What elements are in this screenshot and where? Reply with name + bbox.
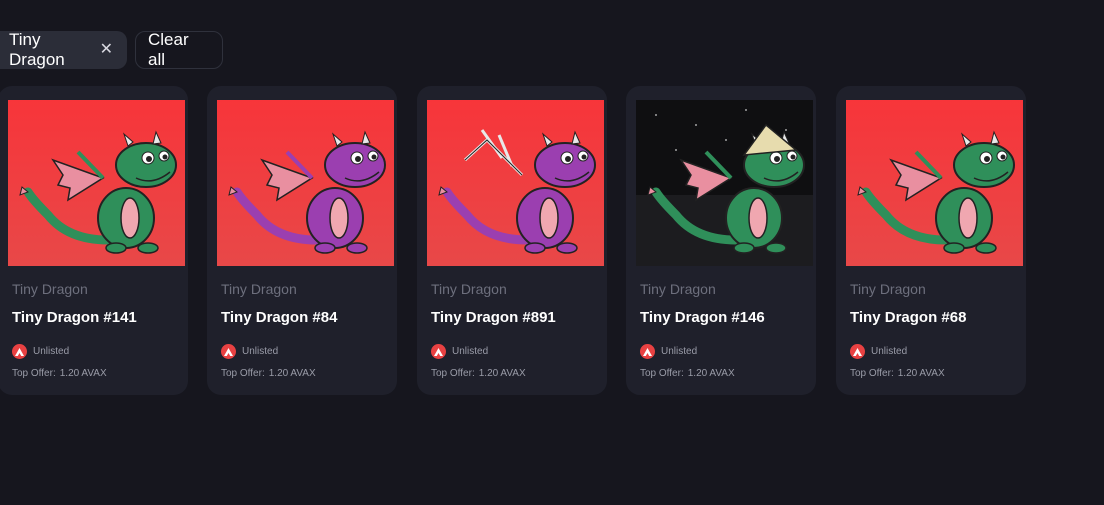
nft-card[interactable]: Tiny Dragon Tiny Dragon #84 Unlisted Top… bbox=[207, 86, 397, 395]
nft-image bbox=[427, 100, 604, 266]
top-offer: Top Offer: 1.20 AVAX bbox=[221, 368, 316, 379]
offer-label: Top Offer: bbox=[12, 368, 56, 379]
card-title: Tiny Dragon #84 bbox=[221, 309, 338, 326]
status-label: Unlisted bbox=[242, 346, 279, 357]
offer-label: Top Offer: bbox=[221, 368, 265, 379]
offer-value: 1.20 AVAX bbox=[268, 368, 316, 379]
nft-card[interactable]: Tiny Dragon Tiny Dragon #891 Unlisted To… bbox=[417, 86, 607, 395]
card-title: Tiny Dragon #891 bbox=[431, 309, 556, 326]
offer-label: Top Offer: bbox=[850, 368, 894, 379]
card-collection: Tiny Dragon bbox=[850, 281, 926, 297]
status-label: Unlisted bbox=[871, 346, 908, 357]
avax-icon bbox=[850, 344, 865, 359]
card-collection: Tiny Dragon bbox=[431, 281, 507, 297]
nft-image bbox=[217, 100, 394, 266]
card-title: Tiny Dragon #68 bbox=[850, 309, 967, 326]
card-title: Tiny Dragon #141 bbox=[12, 309, 137, 326]
avax-icon bbox=[12, 344, 27, 359]
card-title: Tiny Dragon #146 bbox=[640, 309, 765, 326]
filter-chip-tiny-dragon[interactable]: Tiny Dragon ✕ bbox=[0, 30, 127, 69]
status-label: Unlisted bbox=[33, 346, 70, 357]
offer-value: 1.20 AVAX bbox=[897, 368, 945, 379]
offer-value: 1.20 AVAX bbox=[59, 368, 107, 379]
nft-image bbox=[846, 100, 1023, 266]
clear-all-button[interactable]: Clear all bbox=[135, 30, 223, 69]
avax-icon bbox=[640, 344, 655, 359]
offer-value: 1.20 AVAX bbox=[687, 368, 735, 379]
card-collection: Tiny Dragon bbox=[12, 281, 88, 297]
offer-label: Top Offer: bbox=[431, 368, 475, 379]
nft-card[interactable]: Tiny Dragon Tiny Dragon #146 Unlisted To… bbox=[626, 86, 816, 395]
top-offer: Top Offer: 1.20 AVAX bbox=[12, 368, 107, 379]
status-label: Unlisted bbox=[661, 346, 698, 357]
nft-image bbox=[636, 100, 813, 266]
card-status: Unlisted bbox=[221, 344, 278, 359]
card-status: Unlisted bbox=[640, 344, 697, 359]
card-status: Unlisted bbox=[850, 344, 907, 359]
card-collection: Tiny Dragon bbox=[640, 281, 716, 297]
top-offer: Top Offer: 1.20 AVAX bbox=[431, 368, 526, 379]
close-icon[interactable]: ✕ bbox=[100, 42, 113, 58]
offer-label: Top Offer: bbox=[640, 368, 684, 379]
card-status: Unlisted bbox=[431, 344, 488, 359]
card-status: Unlisted bbox=[12, 344, 69, 359]
filter-chip-label: Tiny Dragon bbox=[9, 30, 65, 69]
nft-card[interactable]: Tiny Dragon Tiny Dragon #141 Unlisted To… bbox=[0, 86, 188, 395]
card-collection: Tiny Dragon bbox=[221, 281, 297, 297]
offer-value: 1.20 AVAX bbox=[478, 368, 526, 379]
status-label: Unlisted bbox=[452, 346, 489, 357]
avax-icon bbox=[221, 344, 236, 359]
nft-image bbox=[8, 100, 185, 266]
top-offer: Top Offer: 1.20 AVAX bbox=[640, 368, 735, 379]
nft-card[interactable]: Tiny Dragon Tiny Dragon #68 Unlisted Top… bbox=[836, 86, 1026, 395]
avax-icon bbox=[431, 344, 446, 359]
active-filters: Tiny Dragon ✕ Clear all bbox=[0, 30, 223, 69]
top-offer: Top Offer: 1.20 AVAX bbox=[850, 368, 945, 379]
